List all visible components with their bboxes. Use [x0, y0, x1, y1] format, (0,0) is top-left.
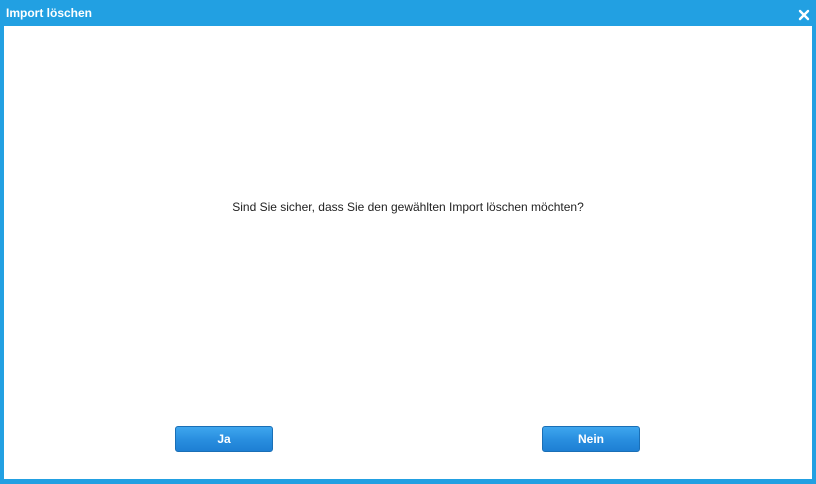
confirmation-message: Sind Sie sicher, dass Sie den gewählten … — [232, 200, 584, 214]
yes-button[interactable]: Ja — [175, 426, 273, 452]
no-button[interactable]: Nein — [542, 426, 640, 452]
dialog-titlebar[interactable]: Import löschen — [0, 0, 816, 26]
close-icon[interactable] — [798, 8, 810, 21]
dialog-title: Import löschen — [6, 6, 93, 20]
dialog-content: Sind Sie sicher, dass Sie den gewählten … — [4, 26, 812, 479]
delete-import-dialog: Import löschen Sind Sie sicher, dass Sie… — [0, 0, 816, 484]
